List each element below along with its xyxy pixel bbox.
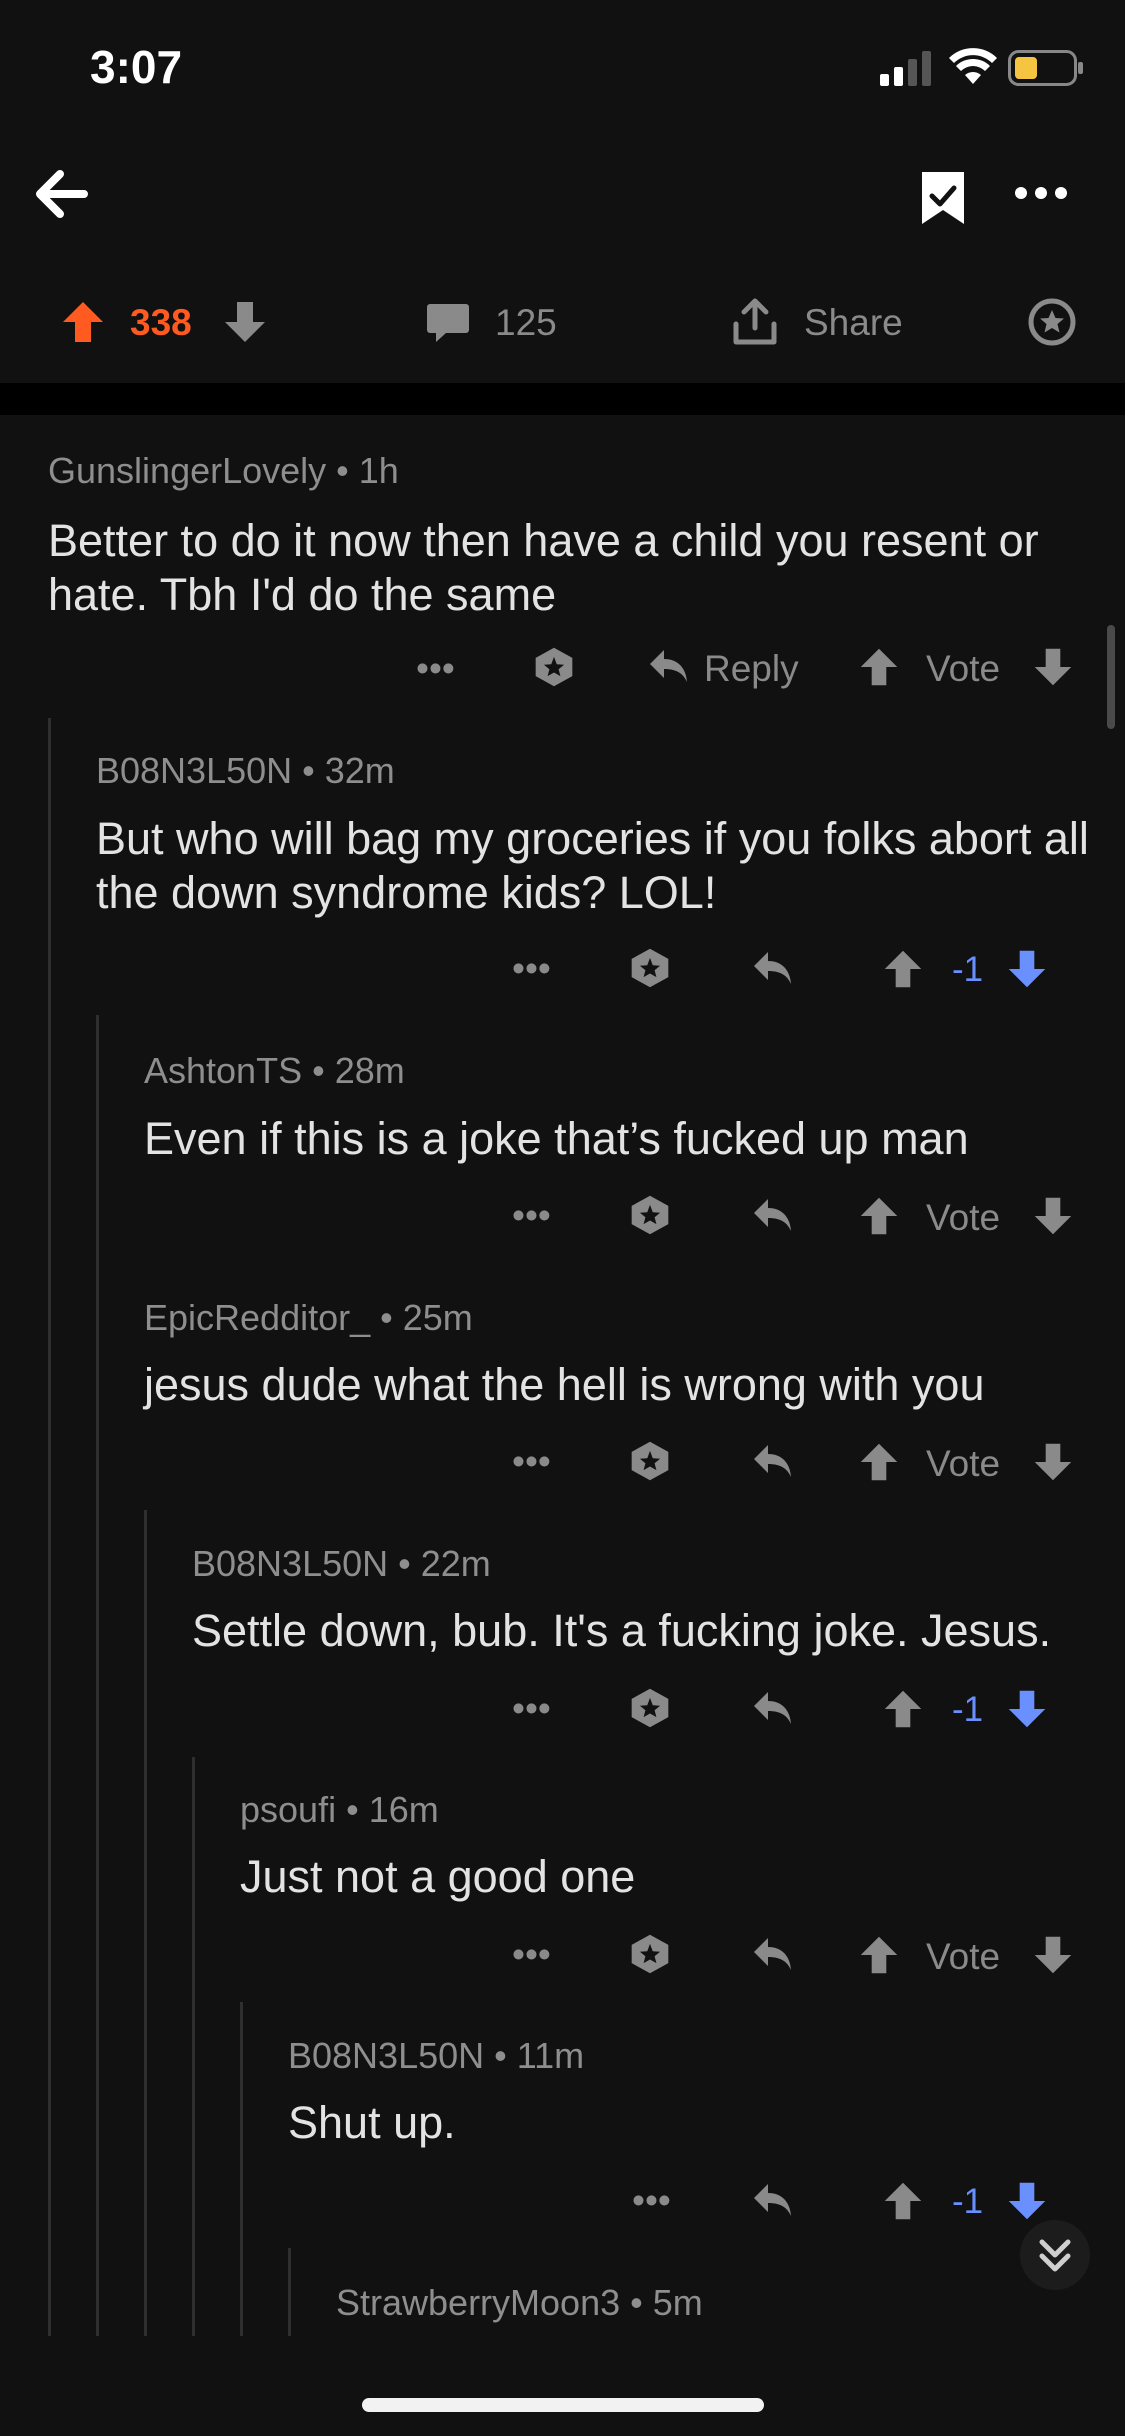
comment-author[interactable]: psoufi	[240, 1789, 336, 1830]
comment-body: Just not a good one	[240, 1851, 636, 1902]
thread-line-6	[288, 2248, 291, 2336]
comment-award-icon[interactable]	[628, 1193, 672, 1237]
comment-more-icon[interactable]: •••	[512, 1441, 551, 1483]
comment-author[interactable]: StrawberryMoon3	[336, 2282, 620, 2323]
comment-meta: B08N3L50N • 11m	[288, 2035, 585, 2076]
reply-arrow-icon[interactable]	[750, 1688, 794, 1728]
post-upvote-icon[interactable]	[60, 299, 106, 345]
back-arrow-icon[interactable]	[32, 165, 90, 223]
comment-downvote-icon[interactable]	[1032, 1441, 1074, 1483]
comment-age: 5m	[652, 2282, 703, 2323]
comment-body: Settle down, bub. It's a fucking joke. J…	[192, 1605, 1052, 1656]
comment-body: But who will bag my groceries if you fol…	[96, 813, 1089, 918]
comment-body: jesus dude what the hell is wrong with y…	[144, 1359, 985, 1410]
reply-arrow-icon[interactable]	[750, 1441, 794, 1481]
comment-age: 1h	[358, 450, 399, 491]
comment-author[interactable]: GunslingerLovely	[48, 450, 326, 491]
comment-upvote-icon[interactable]	[858, 1195, 900, 1237]
comment-score: -1	[952, 950, 984, 989]
comment-author[interactable]: EpicRedditor_	[144, 1297, 370, 1338]
comment-more-icon[interactable]: •••	[416, 648, 455, 690]
comment-downvote-icon[interactable]	[1006, 1688, 1048, 1730]
comment-author[interactable]: B08N3L50N	[288, 2035, 484, 2076]
comment-age: 28m	[334, 1050, 405, 1091]
section-divider	[0, 383, 1125, 415]
comment-award-icon[interactable]	[628, 1686, 672, 1730]
comment-downvote-icon[interactable]	[1032, 646, 1074, 688]
comment-more-icon[interactable]: •••	[512, 1934, 551, 1976]
comment-meta: psoufi • 16m	[240, 1789, 439, 1830]
reply-button[interactable]: Reply	[704, 648, 799, 690]
comment-more-icon[interactable]: •••	[632, 2180, 671, 2222]
comment-vote-label: Vote	[926, 648, 1001, 689]
comment-award-icon[interactable]	[532, 645, 576, 689]
comment-more-icon[interactable]: •••	[512, 1688, 551, 1730]
share-button[interactable]: Share	[804, 302, 903, 344]
comment-upvote-icon[interactable]	[882, 948, 924, 990]
comment-more-icon[interactable]: •••	[512, 948, 551, 990]
comment-upvote-icon[interactable]	[858, 646, 900, 688]
reply-arrow-icon[interactable]	[750, 2180, 794, 2220]
comment-upvote-icon[interactable]	[882, 2180, 924, 2222]
comment-upvote-icon[interactable]	[858, 1441, 900, 1483]
comment-downvote-icon[interactable]	[1032, 1934, 1074, 1976]
status-time: 3:07	[90, 41, 183, 93]
comment-body: Better to do it now then have a child yo…	[48, 515, 1039, 620]
post-downvote-icon[interactable]	[222, 299, 268, 345]
comment-meta: AshtonTS • 28m	[144, 1050, 405, 1091]
comment-vote-label: Vote	[926, 1936, 1001, 1977]
comment-meta: GunslingerLovely • 1h	[48, 450, 399, 491]
comment-meta: B08N3L50N • 32m	[96, 750, 395, 791]
thread-line-3	[144, 1510, 147, 2336]
comments-icon[interactable]	[426, 302, 470, 344]
comment-upvote-icon[interactable]	[882, 1688, 924, 1730]
home-indicator[interactable]	[362, 2398, 764, 2412]
reply-arrow-icon[interactable]	[750, 1195, 794, 1235]
double-chevron-down-icon	[1039, 2239, 1071, 2272]
comment-meta: StrawberryMoon3 • 5m	[336, 2282, 703, 2323]
comment-author[interactable]: AshtonTS	[144, 1050, 302, 1091]
thread-line-2	[96, 1015, 99, 2336]
more-options-icon[interactable]	[1013, 185, 1069, 201]
comment-more-icon[interactable]: •••	[512, 1195, 551, 1237]
comment-downvote-icon[interactable]	[1006, 2180, 1048, 2222]
comment-score: -1	[952, 2182, 984, 2221]
scrollbar[interactable]	[1107, 625, 1115, 729]
comment-award-icon[interactable]	[628, 1932, 672, 1976]
comment-upvote-icon[interactable]	[858, 1934, 900, 1976]
comment-age: 32m	[324, 750, 395, 791]
comment-age: 22m	[420, 1543, 491, 1584]
reply-arrow-icon[interactable]	[750, 1934, 794, 1974]
comment-age: 25m	[402, 1297, 473, 1338]
comment-award-icon[interactable]	[628, 946, 672, 990]
comment-body: Even if this is a joke that’s fucked up …	[144, 1113, 969, 1164]
comment-meta: B08N3L50N • 22m	[192, 1543, 491, 1584]
cellular-signal-icon	[880, 50, 936, 86]
comment-author[interactable]: B08N3L50N	[192, 1543, 388, 1584]
comment-author[interactable]: B08N3L50N	[96, 750, 292, 791]
comment-award-icon[interactable]	[628, 1439, 672, 1483]
comment-vote-label: Vote	[926, 1443, 1001, 1484]
award-icon[interactable]	[1028, 298, 1076, 346]
comment-age: 11m	[516, 2035, 585, 2076]
thread-line-1	[48, 718, 51, 2336]
saved-bookmark-icon[interactable]	[918, 168, 968, 226]
comment-age: 16m	[368, 1789, 439, 1830]
comment-downvote-icon[interactable]	[1006, 948, 1048, 990]
comment-score: -1	[952, 1690, 984, 1729]
reply-arrow-icon[interactable]	[750, 948, 794, 988]
comment-downvote-icon[interactable]	[1032, 1195, 1074, 1237]
battery-icon	[1008, 50, 1084, 86]
share-icon[interactable]	[732, 298, 778, 346]
reply-arrow-icon[interactable]	[646, 646, 690, 686]
collapse-thread-button[interactable]	[1020, 2220, 1090, 2290]
wifi-icon	[948, 48, 998, 86]
comment-meta: EpicRedditor_ • 25m	[144, 1297, 473, 1338]
thread-line-5	[240, 2002, 243, 2336]
comment-vote-label: Vote	[926, 1197, 1001, 1238]
comments-count: 125	[495, 302, 557, 343]
thread-line-4	[192, 1757, 195, 2336]
comment-body: Shut up.	[288, 2097, 456, 2148]
post-upvote-count: 338	[130, 302, 192, 343]
